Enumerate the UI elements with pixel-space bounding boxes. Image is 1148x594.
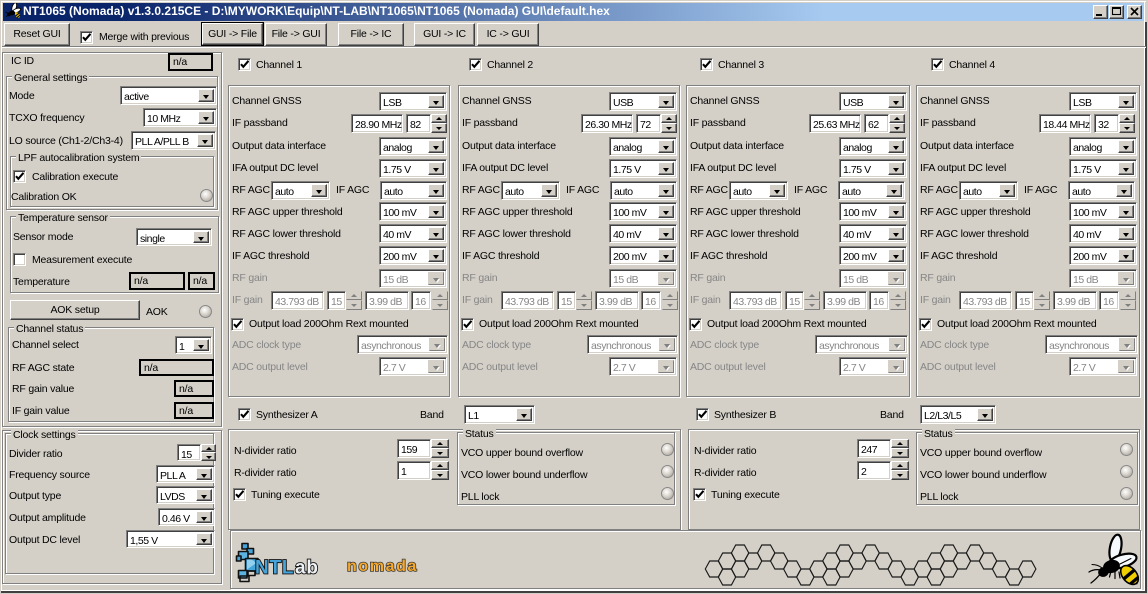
svg-text:nomada: nomada: [347, 558, 418, 575]
svg-text:NTL: NTL: [255, 558, 294, 579]
svg-text:ab: ab: [295, 558, 319, 579]
